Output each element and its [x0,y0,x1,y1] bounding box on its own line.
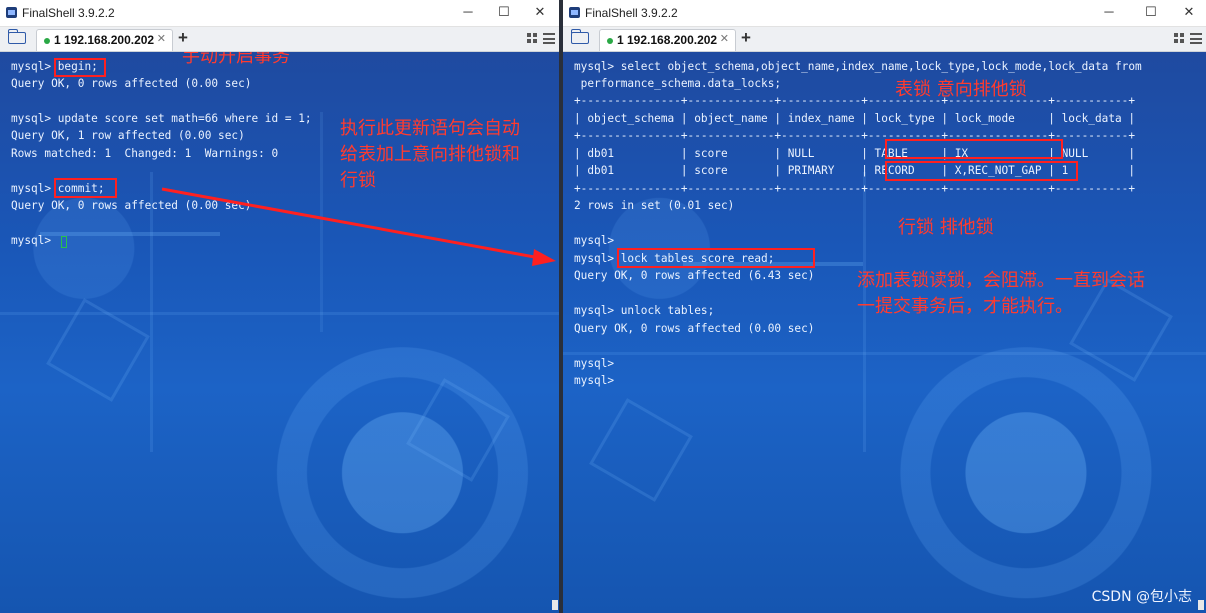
annotation-update: 执行此更新语句会自动 给表加上意向排他锁和 行锁 [340,118,520,191]
folder-icon[interactable] [8,29,26,44]
tab-bar: 1 192.168.200.202 ✕ + [563,27,1206,52]
title-bar: FinalShell 3.9.2.2 ─ ☐ ✕ [563,0,1206,27]
terminal-prompt: mysql> [11,234,58,247]
table-border: +---------------+-------------+---------… [574,94,1136,107]
terminal-line: Query OK, 1 row affected (0.00 sec) [11,129,245,142]
terminal-line: Query OK, 0 rows affected (0.00 sec) [11,77,252,90]
add-tab-icon[interactable]: + [178,28,188,48]
annotation-table-lock: 表锁 意向排他锁 [895,79,1027,100]
text-cursor [61,236,67,248]
add-tab-icon[interactable]: + [741,28,751,48]
highlight-box-commit [54,178,117,198]
finalshell-app-icon [569,7,580,18]
menu-icon[interactable] [1190,33,1202,44]
finalshell-app-icon [6,7,17,18]
terminal-line: Rows matched: 1 Changed: 1 Warnings: 0 [11,147,279,160]
folder-icon[interactable] [571,29,589,44]
tab-close-icon[interactable]: ✕ [720,32,729,45]
connected-status-icon [44,38,50,44]
maximize-button[interactable]: ☐ [1140,3,1162,21]
terminal-area[interactable]: mysql> select object_schema,object_name,… [563,52,1206,613]
highlight-box-begin [54,58,106,77]
tab-session[interactable]: 1 192.168.200.202 ✕ [599,29,736,51]
annotation-read-lock: 添加表锁读锁，会阻滞。一直到会话 一提交事务后，才能执行。 [857,270,1145,317]
tab-bar: 1 192.168.200.202 ✕ + [0,27,559,52]
grid-view-icon[interactable] [1174,33,1185,44]
window-title: FinalShell 3.9.2.2 [22,6,115,20]
finalshell-window-left: FinalShell 3.9.2.2 ─ ☐ ✕ 1 192.168.200.2… [0,0,559,613]
terminal-area[interactable]: mysql> begin; Query OK, 0 rows affected … [0,52,559,613]
terminal-line: mysql> update score set math=66 where id… [11,112,312,125]
title-bar: FinalShell 3.9.2.2 ─ ☐ ✕ [0,0,559,27]
scrollbar[interactable] [1198,600,1204,610]
terminal-prompt: mysql> [574,374,615,387]
annotation-begin: 手动开启事务 [182,52,290,67]
highlight-box-table-ix [885,139,1063,159]
terminal-line: Query OK, 0 rows affected (6.43 sec) [574,269,815,282]
table-header-row: | object_schema | object_name | index_na… [574,112,1136,125]
tab-close-icon[interactable]: ✕ [157,32,166,45]
terminal-line: mysql> [574,234,615,247]
connected-status-icon [607,38,613,44]
maximize-button[interactable]: ☐ [493,3,515,21]
terminal-line: performance_schema.data_locks; [574,77,782,90]
table-border: +---------------+-------------+---------… [574,182,1136,195]
terminal-line: mysql> unlock tables; [574,304,715,317]
terminal-line: Query OK, 0 rows affected (0.00 sec) [574,322,815,335]
minimize-button[interactable]: ─ [457,3,479,21]
highlight-box-lock-tables [617,248,815,268]
terminal-line: mysql> select object_schema,object_name,… [574,60,1142,73]
tab-session[interactable]: 1 192.168.200.202 ✕ [36,29,173,51]
minimize-button[interactable]: ─ [1098,3,1120,21]
scrollbar[interactable] [552,600,558,610]
menu-icon[interactable] [543,33,555,44]
terminal-line: mysql> [574,357,615,370]
finalshell-window-right: FinalShell 3.9.2.2 ─ ☐ ✕ 1 192.168.200.2… [563,0,1206,613]
window-title: FinalShell 3.9.2.2 [585,6,678,20]
terminal-line: Query OK, 0 rows affected (0.00 sec) [11,199,252,212]
watermark: CSDN @包小志 [1091,589,1192,605]
annotation-row-lock: 行锁 排他锁 [898,217,994,238]
terminal-line: 2 rows in set (0.01 sec) [574,199,735,212]
grid-view-icon[interactable] [527,33,538,44]
tab-label: 1 192.168.200.202 [54,33,155,47]
highlight-box-record-x [885,161,1078,181]
close-button[interactable]: ✕ [1178,3,1200,21]
close-button[interactable]: ✕ [529,3,551,21]
tab-label: 1 192.168.200.202 [617,33,718,47]
